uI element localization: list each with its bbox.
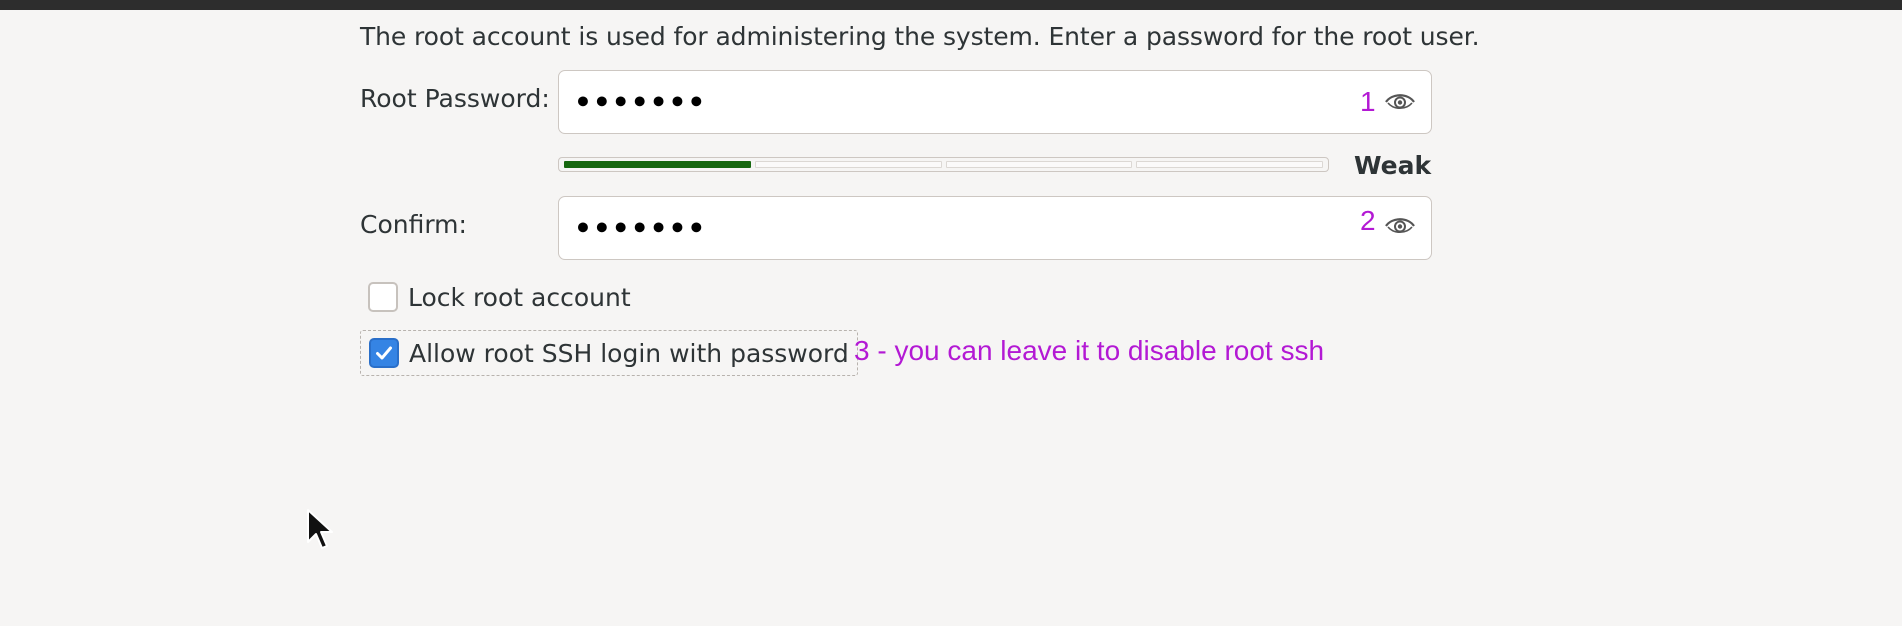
allow-ssh-option[interactable]: Allow root SSH login with password bbox=[360, 330, 858, 376]
lock-root-label: Lock root account bbox=[408, 282, 631, 312]
eye-icon[interactable] bbox=[1384, 91, 1416, 113]
mouse-pointer-icon bbox=[307, 509, 333, 549]
confirm-password-field[interactable]: ••••••• bbox=[558, 196, 1432, 260]
intro-text: The root account is used for administeri… bbox=[360, 22, 1480, 51]
password-strength-label: Weak bbox=[1354, 151, 1432, 180]
annotation-note-3: 3 - you can leave it to disable root ssh bbox=[854, 335, 1325, 366]
window-top-bar bbox=[0, 0, 1902, 10]
annotation-number-1: 1 bbox=[1360, 86, 1376, 117]
lock-root-checkbox[interactable] bbox=[368, 282, 398, 312]
allow-ssh-checkbox[interactable] bbox=[369, 338, 399, 368]
annotation-number-2: 2 bbox=[1360, 205, 1376, 236]
lock-root-account-option[interactable]: Lock root account bbox=[360, 274, 631, 320]
eye-icon[interactable] bbox=[1384, 215, 1416, 237]
root-password-value: ••••••• bbox=[574, 85, 707, 119]
strength-segment bbox=[564, 161, 751, 168]
allow-ssh-label: Allow root SSH login with password bbox=[409, 338, 849, 368]
confirm-password-label: Confirm: bbox=[360, 210, 467, 239]
password-strength-meter bbox=[558, 157, 1329, 172]
strength-segment bbox=[945, 161, 1133, 168]
root-password-field[interactable]: ••••••• bbox=[558, 70, 1432, 134]
root-password-label: Root Password: bbox=[360, 84, 550, 113]
checkmark-icon bbox=[376, 346, 392, 360]
confirm-password-value: ••••••• bbox=[574, 211, 707, 245]
strength-segment bbox=[754, 161, 942, 168]
strength-segment bbox=[1136, 161, 1323, 168]
